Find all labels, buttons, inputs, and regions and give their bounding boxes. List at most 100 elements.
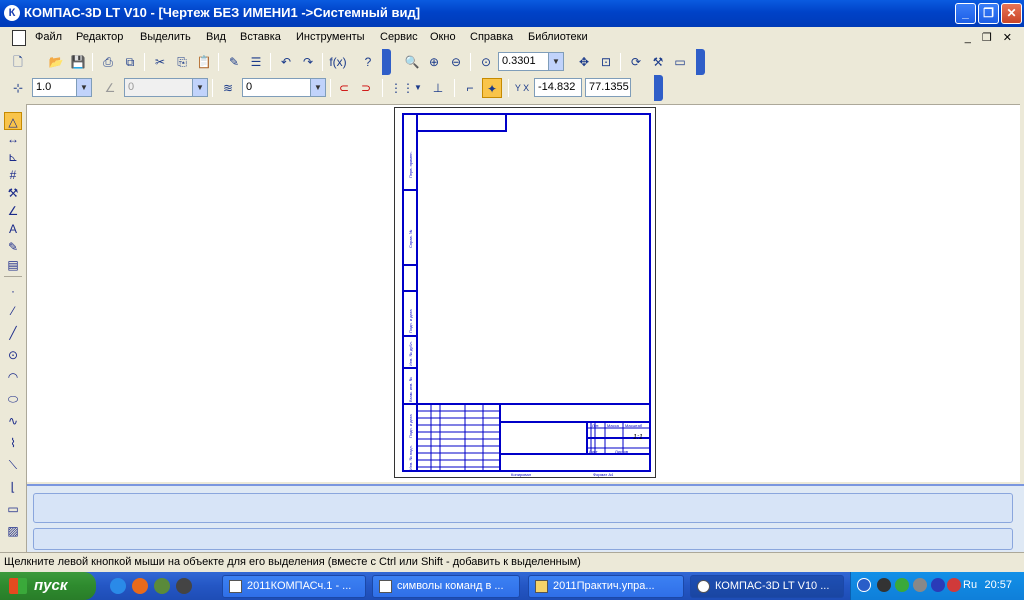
tray-app-icon[interactable]	[895, 578, 909, 592]
print-preview-icon[interactable]: ⎙	[98, 52, 118, 72]
zoom-window-icon[interactable]: 🔍	[402, 52, 422, 72]
menu-service[interactable]: Сервис	[380, 31, 418, 43]
new-document-icon[interactable]: 🗋	[8, 52, 28, 72]
chevron-down-icon[interactable]: ▼	[310, 79, 325, 96]
dimensions-icon[interactable]: ↔	[4, 130, 22, 148]
redo-icon[interactable]: ↷	[298, 52, 318, 72]
ie-icon[interactable]	[110, 578, 126, 594]
zoom-scale-icon[interactable]: ⊙	[476, 52, 496, 72]
polyline-icon[interactable]: ⌇	[4, 434, 22, 452]
layers-icon[interactable]: ≋	[218, 78, 238, 98]
edit-icon[interactable]: #	[4, 166, 22, 184]
chevron-down-icon[interactable]: ▼	[76, 79, 91, 96]
rectangle-icon[interactable]: ▭	[4, 500, 22, 518]
zoom-combo[interactable]: 0.3301 ▼	[498, 52, 564, 71]
snap-magnet-icon[interactable]: ⊂	[334, 78, 354, 98]
tray-expand-icon[interactable]	[857, 578, 871, 592]
parametrize-icon[interactable]: ⚒	[4, 184, 22, 202]
system-tray: Ru 20:57	[850, 572, 1024, 600]
properties-icon[interactable]: ⧉	[120, 52, 140, 72]
tool-icon[interactable]: ⚒	[648, 52, 668, 72]
task-word-1[interactable]: 2011КОМПАСч.1 - ...	[222, 575, 366, 598]
language-indicator[interactable]: Ru	[963, 579, 977, 591]
circle-icon[interactable]: ⊙	[4, 346, 22, 364]
menu-window[interactable]: Окно	[430, 31, 456, 43]
copy-icon[interactable]: ⎘	[172, 52, 192, 72]
menu-tools[interactable]: Инструменты	[296, 31, 365, 43]
mdi-controls[interactable]: _ ❐ ✕	[965, 31, 1016, 44]
pan-icon[interactable]: ✥	[574, 52, 594, 72]
point-icon[interactable]: ·	[4, 282, 22, 300]
menu-editor[interactable]: Редактор	[76, 31, 123, 43]
menu-insert[interactable]: Вставка	[240, 31, 281, 43]
properties-field[interactable]	[33, 493, 1013, 523]
function-icon[interactable]: f(x)	[328, 52, 348, 72]
menu-libraries[interactable]: Библиотеки	[528, 31, 588, 43]
spec-icon[interactable]: ✎	[4, 238, 22, 256]
list-icon[interactable]: ☰	[246, 52, 266, 72]
chamfer-icon[interactable]: ⟍	[4, 456, 22, 474]
cut-icon[interactable]: ✂	[150, 52, 170, 72]
zoom-out-icon[interactable]: ⊖	[446, 52, 466, 72]
start-button[interactable]: пуск	[0, 572, 96, 600]
menu-file[interactable]: Файл	[35, 31, 62, 43]
chevron-down-icon[interactable]: ▼	[408, 78, 428, 98]
paste-icon[interactable]: 📋	[194, 52, 214, 72]
fillet-icon[interactable]: ⌊	[4, 478, 22, 496]
grid-icon[interactable]: ⋮⋮	[390, 78, 414, 98]
tray-app-icon[interactable]	[947, 578, 961, 592]
network-icon[interactable]	[877, 578, 891, 592]
arc-icon[interactable]: ◠	[4, 368, 22, 386]
kompas-app-icon: К	[4, 5, 20, 21]
menu-view[interactable]: Вид	[206, 31, 226, 43]
task-folder[interactable]: 2011Практич.упра...	[528, 575, 684, 598]
restore-button[interactable]: ❐	[978, 3, 999, 24]
firefox-icon[interactable]	[132, 578, 148, 594]
vertical-scrollbar[interactable]	[1020, 104, 1024, 482]
step-cursor-icon[interactable]: ⊹	[8, 78, 28, 98]
help-pointer-icon[interactable]: ?	[358, 52, 378, 72]
format-painter-icon[interactable]: ✎	[224, 52, 244, 72]
geometry-panel-icon[interactable]: △	[4, 112, 22, 130]
undo-icon[interactable]: ↶	[276, 52, 296, 72]
local-cs-icon[interactable]: ⊥	[428, 78, 448, 98]
coord-label: Y X	[514, 83, 530, 93]
menu-help[interactable]: Справка	[470, 31, 513, 43]
tray-app-icon[interactable]	[913, 578, 927, 592]
properties-tabs[interactable]	[33, 528, 1013, 550]
display-icon[interactable]: ▭	[670, 52, 690, 72]
minimize-button[interactable]: _	[955, 3, 976, 24]
zoom-in-icon[interactable]: ⊕	[424, 52, 444, 72]
designations-icon[interactable]: ⊾	[4, 148, 22, 166]
coord-x-field[interactable]: -14.832	[534, 78, 582, 97]
chevron-down-icon[interactable]: ▼	[548, 53, 563, 70]
coord-y-field[interactable]: 77.1355	[585, 78, 631, 97]
hatch-icon[interactable]: ▨	[4, 522, 22, 540]
open-folder-icon[interactable]: 📂	[46, 52, 66, 72]
menu-select[interactable]: Выделить	[140, 31, 191, 43]
parametric-icon[interactable]: ✦	[482, 78, 502, 98]
local-snap-icon[interactable]: ⊃	[356, 78, 376, 98]
ellipse-icon[interactable]: ⬭	[4, 390, 22, 408]
drawing-sheet[interactable]: Лит. Масса Масштаб 1:1 Лист Листов Копир…	[394, 107, 656, 478]
task-word-2[interactable]: символы команд в ...	[372, 575, 520, 598]
task-kompas[interactable]: КОМПАС-3D LT V10 ...	[690, 575, 844, 598]
measure-icon[interactable]: ∠	[4, 202, 22, 220]
spline-icon[interactable]: ∿	[4, 412, 22, 430]
select-icon[interactable]: A	[4, 220, 22, 238]
ortho-icon[interactable]: ⌐	[460, 78, 480, 98]
show-all-icon[interactable]: ⊡	[596, 52, 616, 72]
current-state-toolbar: ⊹ 1.0 ▼ ∠ 0 ▼ ≋ 0 ▼ ⊂ ⊃ ⋮⋮ ▼ ⊥ ⌐ ✦ Y X -…	[0, 75, 664, 101]
quicklaunch-icon[interactable]	[154, 578, 170, 594]
tray-app-icon[interactable]	[931, 578, 945, 592]
document-icon[interactable]	[12, 30, 26, 46]
refresh-icon[interactable]: ⟳	[626, 52, 646, 72]
aux-line-icon[interactable]: ⁄	[4, 302, 22, 320]
reports-icon[interactable]: ▤	[4, 256, 22, 274]
layer-combo[interactable]: 0 ▼	[242, 78, 326, 97]
step-combo[interactable]: 1.0 ▼	[32, 78, 92, 97]
save-icon[interactable]: 💾	[68, 52, 88, 72]
quicklaunch-icon[interactable]	[176, 578, 192, 594]
segment-icon[interactable]: ╱	[4, 324, 22, 342]
close-button[interactable]: ✕	[1001, 3, 1022, 24]
